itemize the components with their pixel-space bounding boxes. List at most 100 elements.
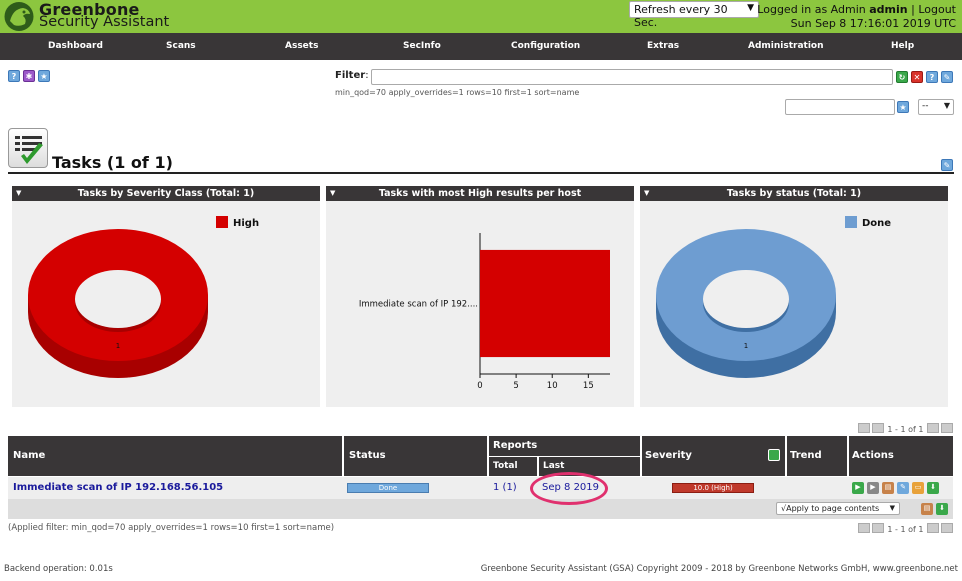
panel-header: ▼ Tasks by Severity Class (Total: 1) <box>12 186 320 201</box>
slice-count-label: 1 <box>744 342 748 350</box>
filter-string: min_qod=70 apply_overrides=1 rows=10 fir… <box>335 88 580 97</box>
nav-dashboard[interactable]: Dashboard <box>48 41 103 51</box>
highlight-annotation <box>530 472 608 505</box>
column-header-reports: Reports <box>489 436 640 456</box>
panel-header: ▼ Tasks by status (Total: 1) <box>640 186 948 201</box>
panel-menu-icon[interactable]: ▼ <box>644 186 649 201</box>
refresh-interval-select[interactable]: Refresh every 30 Sec. ▼ <box>629 1 759 29</box>
task-name-link[interactable]: Immediate scan of IP 192.168.56.105 <box>13 482 223 493</box>
refresh-filter-icon[interactable]: ↻ <box>896 71 908 83</box>
new-task-wizard-icon[interactable]: ✱ <box>23 70 35 82</box>
first-page-icon[interactable] <box>857 523 870 533</box>
saved-filter-value: -- <box>922 101 929 111</box>
panel-title: Tasks by status (Total: 1) <box>726 188 862 199</box>
brand-subtitle: Security Assistant <box>39 14 170 30</box>
pager-bottom: 1 - 1 of 1 <box>857 523 954 534</box>
trashcan-icon[interactable]: ▤ <box>882 482 894 494</box>
high-results-panel: ▼ Tasks with most High results per host … <box>326 186 634 407</box>
column-header-name[interactable]: Name <box>8 436 342 476</box>
title-divider <box>8 172 954 174</box>
high-results-bar-chart: Immediate scan of IP 192.... 0 5 10 15 <box>359 233 610 391</box>
user-role: Admin <box>830 3 866 16</box>
backend-operation-time: Backend operation: 0.01s <box>4 564 113 574</box>
prev-page-icon[interactable] <box>871 423 884 433</box>
nav-secinfo[interactable]: SecInfo <box>403 41 441 51</box>
bulk-action-select[interactable]: √Apply to page contents ▼ <box>776 502 900 515</box>
next-page-icon[interactable] <box>927 423 939 433</box>
legend-label: High <box>233 218 260 229</box>
x-tick-label: 0 <box>477 381 482 391</box>
first-page-icon[interactable] <box>857 423 870 433</box>
panel-menu-icon[interactable]: ▼ <box>330 186 335 201</box>
legend-item-high: High <box>216 216 259 229</box>
separator: | <box>911 3 915 16</box>
bulk-trashcan-icon[interactable]: ▤ <box>921 503 933 515</box>
greenbone-logo-icon <box>4 2 34 31</box>
prev-page-icon[interactable] <box>871 523 884 533</box>
edit-filter-icon[interactable]: ✎ <box>941 71 953 83</box>
column-header-trend: Trend <box>787 436 847 476</box>
filter-input[interactable] <box>371 69 893 85</box>
current-datetime: Sun Sep 8 17:16:01 2019 UTC <box>790 17 956 30</box>
saved-filter-select[interactable]: -- ▼ <box>918 99 954 115</box>
username-link[interactable]: admin <box>869 3 907 16</box>
legend-item-done: Done <box>845 216 891 229</box>
bar-category-label: Immediate scan of IP 192.... <box>359 300 478 310</box>
dashboard-edit-icon[interactable]: ✎ <box>941 159 953 171</box>
column-header-total[interactable]: Total <box>489 457 537 476</box>
copyright: Greenbone Security Assistant (GSA) Copyr… <box>480 564 958 574</box>
severity-bar: 10.0 (High) <box>672 483 754 493</box>
start-icon[interactable]: ▶ <box>852 482 864 494</box>
logged-in-label: Logged in as <box>757 3 828 16</box>
new-task-icon[interactable]: ★ <box>38 70 50 82</box>
bar-0[interactable] <box>480 249 610 358</box>
status-donut-chart: 1 <box>656 229 836 378</box>
status-panel: ▼ Tasks by status (Total: 1) 1 Done <box>640 186 948 407</box>
last-page-icon[interactable] <box>941 423 953 433</box>
column-header-severity[interactable]: Severity <box>642 436 785 476</box>
nav-configuration[interactable]: Configuration <box>511 41 580 51</box>
create-filter-icon[interactable]: ★ <box>897 101 909 113</box>
bulk-export-icon[interactable]: ⬇ <box>936 503 948 515</box>
pager-text: 1 - 1 of 1 <box>887 425 924 434</box>
clone-icon[interactable]: ▭ <box>912 482 924 494</box>
column-header-actions: Actions <box>849 436 953 476</box>
nav-administration[interactable]: Administration <box>748 41 824 51</box>
bulk-action-value: √Apply to page contents <box>781 504 880 513</box>
overrides-toggle-icon[interactable] <box>768 449 780 461</box>
filter-label: Filter: <box>335 70 369 81</box>
applied-filter: (Applied filter: min_qod=70 apply_overri… <box>8 523 335 533</box>
donut-slice-high[interactable] <box>28 229 208 378</box>
help-icon[interactable]: ? <box>8 70 20 82</box>
app-header: Greenbone Security Assistant Refresh eve… <box>0 0 962 33</box>
pager-top: 1 - 1 of 1 <box>857 423 954 434</box>
panel-title: Tasks by Severity Class (Total: 1) <box>77 188 255 199</box>
nav-scans[interactable]: Scans <box>166 41 196 51</box>
logout-link[interactable]: Logout <box>918 3 956 16</box>
last-page-icon[interactable] <box>941 523 953 533</box>
tasks-icon <box>8 128 48 168</box>
nav-extras[interactable]: Extras <box>647 41 679 51</box>
chevron-down-icon: ▼ <box>747 3 754 13</box>
panel-title: Tasks with most High results per host <box>378 188 582 199</box>
status-progress-bar: Done <box>347 483 429 493</box>
next-page-icon[interactable] <box>927 523 939 533</box>
edit-icon[interactable]: ✎ <box>897 482 909 494</box>
nav-help[interactable]: Help <box>891 41 914 51</box>
panel-menu-icon[interactable]: ▼ <box>16 186 21 201</box>
new-filter-name-input[interactable] <box>785 99 895 115</box>
reset-filter-icon[interactable]: ✕ <box>911 71 923 83</box>
resume-icon[interactable]: ▶ <box>867 482 879 494</box>
filter-help-icon[interactable]: ? <box>926 71 938 83</box>
refresh-interval-value: Refresh every 30 Sec. <box>634 3 728 29</box>
legend-label: Done <box>862 218 892 229</box>
reports-total-link[interactable]: 1 (1) <box>493 482 517 493</box>
donut-slice-done[interactable] <box>656 229 836 378</box>
slice-count-label: 1 <box>116 342 120 350</box>
chevron-down-icon: ▼ <box>943 101 950 110</box>
export-icon[interactable]: ⬇ <box>927 482 939 494</box>
legend-swatch <box>845 216 857 228</box>
column-header-status[interactable]: Status <box>344 436 487 476</box>
legend-swatch <box>216 216 228 228</box>
nav-assets[interactable]: Assets <box>285 41 318 51</box>
